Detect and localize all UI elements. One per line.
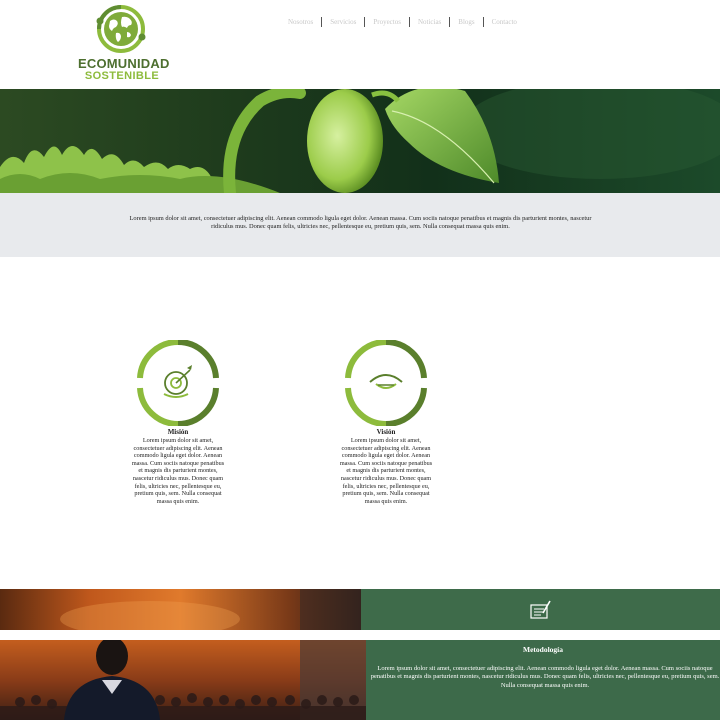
metodologia-text: Lorem ipsum dolor sit amet, consectetuer… <box>370 665 720 689</box>
metodologia-section: Metodología Lorem ipsum dolor sit amet, … <box>366 640 720 720</box>
vision-title: Visión <box>376 428 396 436</box>
mision-title: Misión <box>167 428 189 436</box>
mision-card: Misión Lorem ipsum dolor sit amet, conse… <box>130 340 226 505</box>
globe-logo-icon <box>96 5 146 53</box>
document-pen-icon <box>530 600 551 619</box>
vision-text: Lorem ipsum dolor sit amet, consectetuer… <box>339 437 433 505</box>
nav-item-contacto[interactable]: Contacto <box>484 18 525 26</box>
section-divider <box>0 630 720 640</box>
mision-text: Lorem ipsum dolor sit amet, consectetuer… <box>131 437 225 505</box>
main-navigation: Nosotros Servicios Proyectos Noticias Bl… <box>280 17 525 27</box>
speaker-audience-photo <box>0 640 366 720</box>
nav-item-proyectos[interactable]: Proyectos <box>365 18 409 26</box>
conference-photo-top <box>0 589 361 630</box>
hero-banner-image <box>0 89 720 193</box>
intro-text: Lorem ipsum dolor sit amet, consectetuer… <box>129 215 592 231</box>
intro-section: Lorem ipsum dolor sit amet, consectetuer… <box>0 193 720 257</box>
logo-text-secondary: SOSTENIBLE <box>84 70 160 82</box>
nav-item-servicios[interactable]: Servicios <box>322 18 364 26</box>
metodologia-title: Metodología <box>523 645 563 654</box>
vision-card: Visión Lorem ipsum dolor sit amet, conse… <box>338 340 434 505</box>
target-icon <box>137 340 219 426</box>
nav-item-nosotros[interactable]: Nosotros <box>280 18 321 26</box>
nav-item-noticias[interactable]: Noticias <box>410 18 449 26</box>
plant-sprout-image <box>0 89 720 193</box>
metodologia-icon-bar <box>361 589 720 630</box>
site-header: ECOMUNIDAD SOSTENIBLE Nosotros Servicios… <box>0 0 720 89</box>
eye-icon <box>345 340 427 426</box>
nav-item-blogs[interactable]: Blogs <box>450 18 482 26</box>
site-logo[interactable]: ECOMUNIDAD SOSTENIBLE <box>78 4 170 84</box>
logo-text-primary: ECOMUNIDAD <box>78 56 170 71</box>
